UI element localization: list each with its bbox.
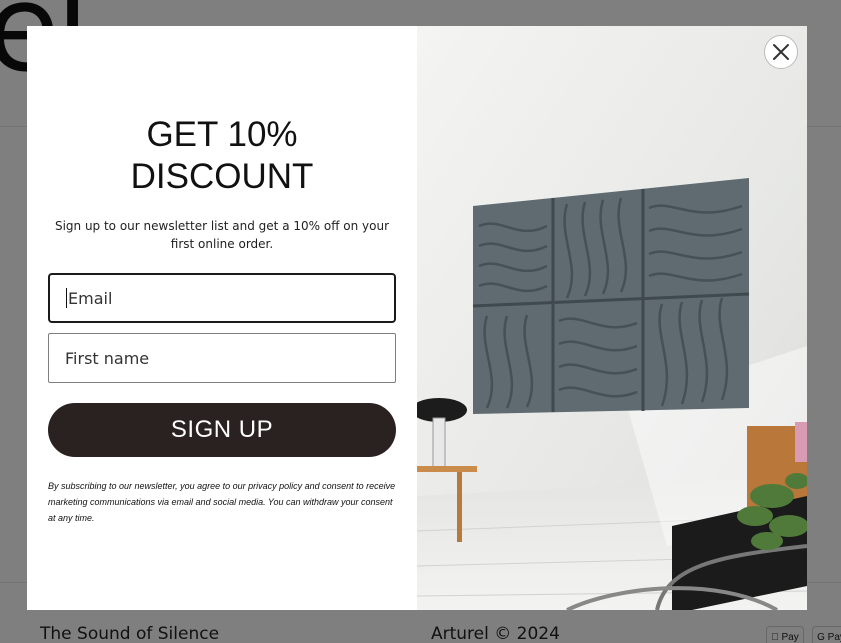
room-photo [417, 26, 807, 610]
popup-image [417, 26, 807, 610]
first-name-field[interactable]: First name [48, 333, 396, 383]
headline-line-1: GET 10% [146, 115, 298, 154]
first-name-placeholder: First name [65, 348, 150, 368]
consent-disclaimer: By subscribing to our newsletter, you ag… [48, 481, 396, 523]
acoustic-panels [472, 178, 750, 414]
popup-headline: GET 10% DISCOUNT [27, 114, 417, 198]
close-icon [773, 44, 789, 60]
close-button[interactable] [764, 35, 798, 69]
headline-line-2: DISCOUNT [130, 157, 314, 196]
popup-form-panel: GET 10% DISCOUNT Sign up to our newslett… [27, 26, 417, 610]
text-caret [66, 288, 67, 308]
email-field[interactable]: Email [48, 273, 396, 323]
popup-subtext: Sign up to our newsletter list and get a… [54, 219, 390, 251]
newsletter-popup: GET 10% DISCOUNT Sign up to our newslett… [27, 26, 807, 610]
signup-button[interactable]: SIGN UP [48, 403, 396, 457]
email-placeholder: Email [68, 288, 113, 308]
